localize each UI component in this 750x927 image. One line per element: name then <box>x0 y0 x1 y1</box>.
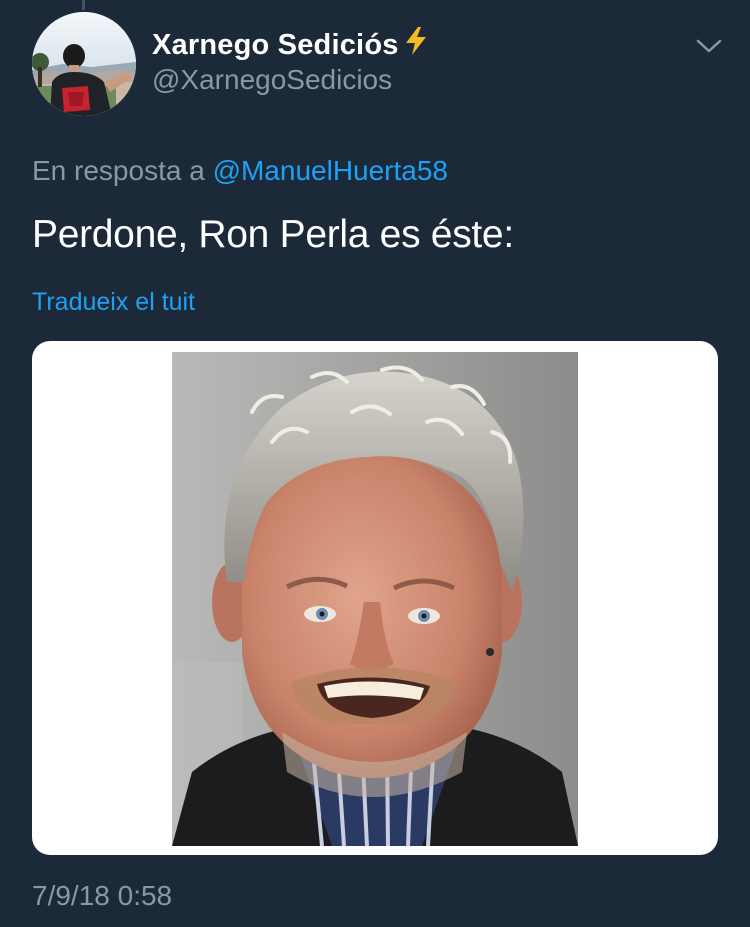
reply-prefix: En resposta a <box>32 155 205 186</box>
media-card[interactable] <box>32 341 718 855</box>
tweet-timestamp: 7/9/18 0:58 <box>32 880 173 911</box>
reply-to-mention[interactable]: @ManuelHuerta58 <box>213 155 448 186</box>
chevron-down-icon[interactable] <box>694 34 724 58</box>
lightning-bolt-icon <box>403 26 429 64</box>
tweet-detail: Xarnego Sediciós @XarnegoSedicios En res… <box>0 0 750 927</box>
author-display-name[interactable]: Xarnego Sediciós <box>152 26 429 64</box>
avatar[interactable] <box>32 12 136 116</box>
thread-connector-line <box>82 0 85 10</box>
translate-tweet-link[interactable]: Tradueix el tuit <box>32 288 195 317</box>
tweet-photo[interactable] <box>172 352 578 846</box>
author-display-name-text: Xarnego Sediciós <box>152 29 399 61</box>
reply-context: En resposta a @ManuelHuerta58 <box>32 155 448 187</box>
tweet-text: Perdone, Ron Perla es éste: <box>32 213 514 256</box>
author-handle[interactable]: @XarnegoSedicios <box>152 64 392 96</box>
